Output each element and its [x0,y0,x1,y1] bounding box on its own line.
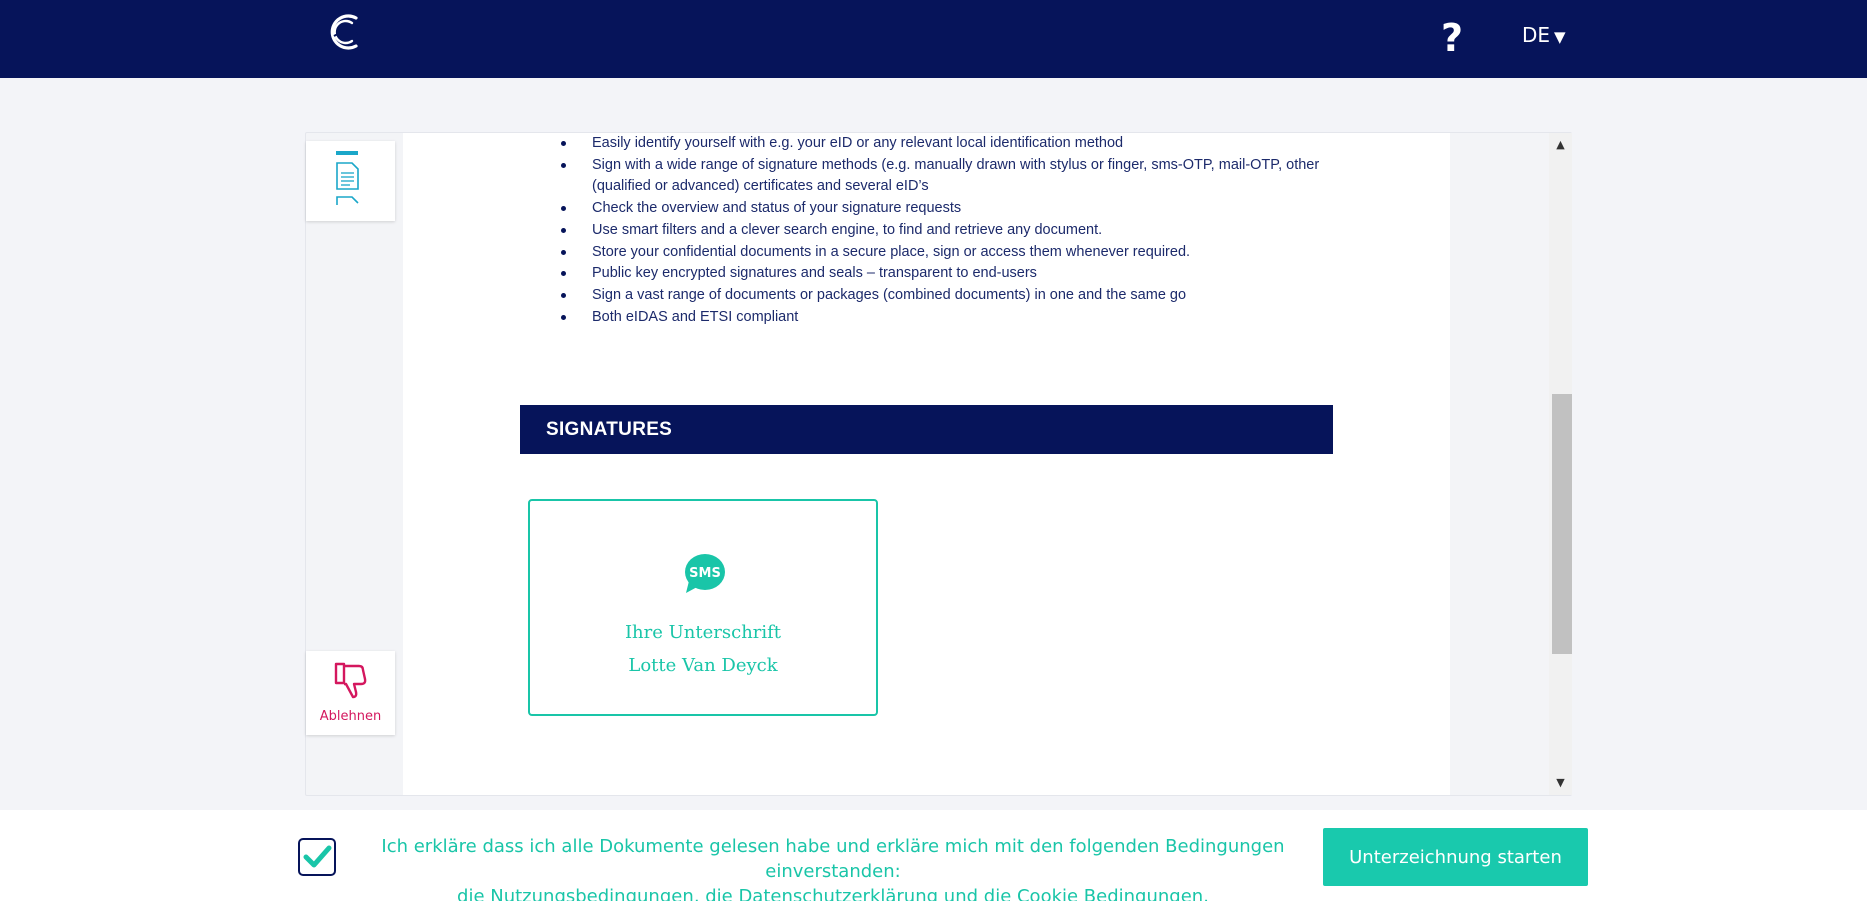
feature-list: Easily identify yourself with e.g. your … [558,133,1358,328]
terms-link[interactable]: die Nutzungsbedingungen [457,886,694,901]
signer-name: Lotte Van Deyck [628,655,778,676]
signature-field[interactable]: SMS Ihre Unterschrift Lotte Van Deyck [528,499,878,716]
signatures-section-header: SIGNATURES [520,405,1333,454]
decline-button[interactable]: Ablehnen [306,651,395,735]
consent-footer: Ich erkläre dass ich alle Dokumente gele… [0,810,1867,901]
section-title: SIGNATURES [546,419,673,440]
list-item: Store your confidential documents in a s… [558,242,1358,264]
list-item: Check the overview and status of your si… [558,198,1358,220]
consent-text: Ich erkläre dass ich alle Dokumente gele… [350,834,1316,901]
document-thumbnail-icon [336,151,359,205]
privacy-link[interactable]: die Datenschutzerklärung [705,886,938,901]
language-selector[interactable]: DE ▼ [1522,22,1566,50]
start-signing-button[interactable]: Unterzeichnung starten [1323,828,1588,886]
list-item: Sign a vast range of documents or packag… [558,285,1358,307]
consent-statement: Ich erkläre dass ich alle Dokumente gele… [381,836,1285,882]
document-scrollbar[interactable]: ▲ ▼ [1549,133,1572,795]
scroll-up-arrow-icon[interactable]: ▲ [1549,135,1572,155]
list-item: Easily identify yourself with e.g. your … [558,133,1358,155]
brand-c-logo-icon[interactable] [326,12,364,52]
list-item: Sign with a wide range of signature meth… [558,155,1358,198]
sms-bubble-icon: SMS [685,554,725,593]
list-item: Both eIDAS and ETSI compliant [558,307,1358,329]
checkmark-icon [303,845,332,868]
top-navigation-bar: ? DE ▼ [0,0,1867,78]
list-item: Use smart filters and a clever search en… [558,220,1358,242]
list-item: Public key encrypted signatures and seal… [558,263,1358,285]
document-page: Easily identify yourself with e.g. your … [403,133,1450,795]
cookie-link[interactable]: die Cookie Bedingungen [984,886,1203,901]
help-button[interactable]: ? [1441,14,1463,62]
chevron-down-icon: ▼ [1554,28,1566,46]
consent-checkbox[interactable] [298,838,336,876]
conjunction-text: und [943,886,979,901]
language-code: DE [1522,23,1551,47]
sentence-period: . [1203,886,1209,901]
scroll-down-arrow-icon[interactable]: ▼ [1549,773,1572,793]
thumbs-down-icon [334,662,367,699]
decline-label: Ablehnen [319,709,382,724]
scroll-thumb[interactable] [1552,394,1572,654]
signature-label: Ihre Unterschrift [624,622,782,643]
document-thumbnail[interactable] [306,141,395,221]
document-viewer: Ablehnen Easily identify yourself with e… [305,132,1572,796]
sms-icon-text: SMS [689,566,721,581]
separator-comma: , [693,886,700,901]
